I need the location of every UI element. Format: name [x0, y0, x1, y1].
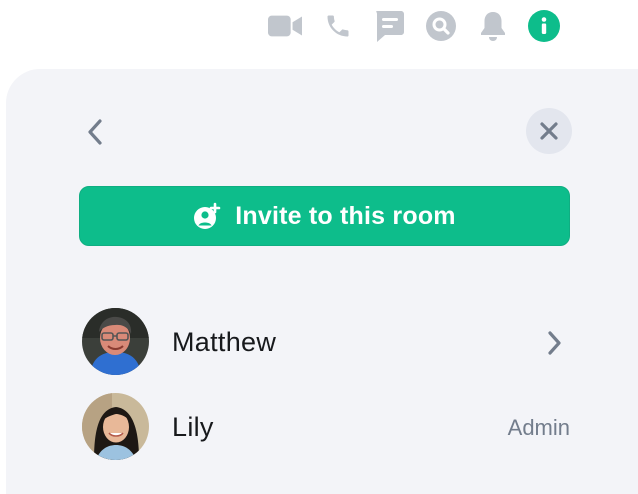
invite-to-room-button[interactable]: Invite to this room	[79, 186, 570, 246]
member-name: Matthew	[172, 327, 277, 357]
voice-call-icon[interactable]	[321, 9, 355, 43]
threads-icon[interactable]	[372, 9, 406, 43]
notifications-icon[interactable]	[476, 9, 510, 43]
room-info-panel: Invite to this room Matthew Lily Admin	[6, 69, 638, 494]
back-button[interactable]	[80, 115, 110, 149]
member-name: Lily	[172, 412, 214, 442]
close-icon	[540, 122, 558, 140]
room-info-icon[interactable]	[527, 9, 561, 43]
avatar	[82, 308, 149, 375]
room-header-toolbar	[0, 0, 638, 52]
invite-user-icon	[193, 202, 221, 230]
search-icon[interactable]	[424, 9, 458, 43]
member-role-badge: Admin	[507, 415, 570, 440]
video-call-icon[interactable]	[268, 9, 302, 43]
chevron-right-icon	[542, 328, 566, 358]
close-button[interactable]	[526, 108, 572, 154]
chevron-left-icon	[88, 119, 102, 145]
avatar	[82, 393, 149, 460]
member-row-lily[interactable]: Lily Admin	[80, 393, 580, 463]
invite-button-label: Invite to this room	[235, 201, 456, 230]
member-row-matthew[interactable]: Matthew	[80, 308, 580, 378]
